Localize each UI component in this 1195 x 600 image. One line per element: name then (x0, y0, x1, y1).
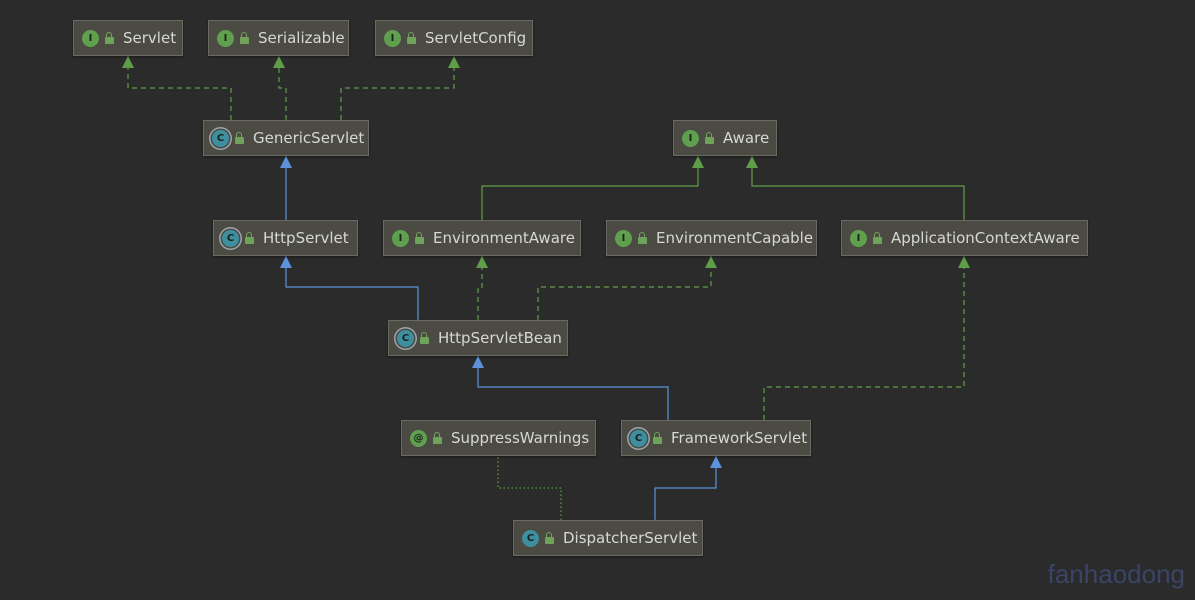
edge-dispatcher-servlet-framework-servlet (654, 456, 717, 520)
arrowhead (958, 256, 970, 268)
node-generic-servlet[interactable]: C GenericServlet (203, 120, 369, 156)
node-label: Aware (723, 129, 770, 147)
interface-icon: I (392, 229, 409, 247)
arrowhead (280, 256, 292, 268)
arrowhead (280, 156, 292, 168)
node-label: FrameworkServlet (671, 429, 808, 447)
lock-icon (873, 231, 882, 244)
node-http-servlet-bean[interactable]: C HttpServletBean (388, 320, 568, 356)
node-label: GenericServlet (253, 129, 365, 147)
edge-framework-servlet-http-servlet-bean (477, 356, 669, 420)
watermark-text: fanhaodong (1047, 559, 1185, 589)
edge-application-context-aware-aware (751, 156, 965, 220)
edge-http-servlet-bean-http-servlet (285, 256, 419, 320)
lock-icon (638, 231, 647, 244)
lock-icon (240, 31, 249, 44)
node-label: EnvironmentCapable (656, 229, 814, 247)
lock-icon (407, 31, 416, 44)
node-label: HttpServletBean (438, 329, 562, 347)
arrowhead (476, 256, 488, 268)
abstract-class-icon: C (397, 329, 414, 347)
lock-icon (245, 231, 254, 244)
class-icon: C (522, 529, 539, 547)
lock-icon (415, 231, 424, 244)
node-label: ServletConfig (425, 29, 527, 47)
arrowhead (705, 256, 717, 268)
lock-icon (653, 431, 662, 444)
node-label: Servlet (123, 29, 177, 47)
arrowhead (122, 56, 134, 68)
arrowhead (273, 56, 285, 68)
node-aware[interactable]: I Aware (673, 120, 777, 156)
annotation-icon: @ (410, 429, 427, 447)
node-label: Serializable (258, 29, 345, 47)
lock-icon (420, 331, 429, 344)
node-label: ApplicationContextAware (891, 229, 1080, 247)
interface-icon: I (82, 29, 99, 47)
node-servlet[interactable]: I Servlet (73, 20, 183, 56)
node-http-servlet[interactable]: C HttpServlet (213, 220, 358, 256)
edge-environment-aware-aware (481, 156, 699, 220)
node-serializable[interactable]: I Serializable (208, 20, 349, 56)
arrowhead (692, 156, 704, 168)
node-servlet-config[interactable]: I ServletConfig (375, 20, 533, 56)
node-environment-aware[interactable]: I EnvironmentAware (383, 220, 581, 256)
node-label: SuppressWarnings (451, 429, 590, 447)
arrowhead (746, 156, 758, 168)
edge-dispatcher-servlet-suppress-warnings (497, 456, 562, 520)
interface-icon: I (682, 129, 699, 147)
edge-framework-servlet-application-context-aware (763, 256, 965, 420)
node-dispatcher-servlet[interactable]: C DispatcherServlet (513, 520, 703, 556)
arrowhead (710, 456, 722, 468)
interface-icon: I (384, 29, 401, 47)
node-label: DispatcherServlet (563, 529, 698, 547)
lock-icon (235, 131, 244, 144)
arrowhead (448, 56, 460, 68)
node-label: HttpServlet (263, 229, 349, 247)
edge-generic-servlet-servlet (127, 56, 232, 120)
node-application-context-aware[interactable]: I ApplicationContextAware (841, 220, 1088, 256)
edge-generic-servlet-servlet-config (340, 56, 455, 120)
relationship-lines (122, 56, 970, 520)
edge-http-servlet-bean-environment-capable (537, 256, 712, 320)
abstract-class-icon: C (222, 229, 239, 247)
node-environment-capable[interactable]: I EnvironmentCapable (606, 220, 817, 256)
lock-icon (105, 31, 114, 44)
node-suppress-warnings[interactable]: @ SuppressWarnings (401, 420, 596, 456)
node-framework-servlet[interactable]: C FrameworkServlet (621, 420, 811, 456)
lock-icon (433, 431, 442, 444)
lock-icon (705, 131, 714, 144)
abstract-class-icon: C (212, 129, 229, 147)
interface-icon: I (615, 229, 632, 247)
lock-icon (545, 531, 554, 544)
node-label: EnvironmentAware (433, 229, 575, 247)
interface-icon: I (850, 229, 867, 247)
abstract-class-icon: C (630, 429, 647, 447)
interface-icon: I (217, 29, 234, 47)
arrowhead (472, 356, 484, 368)
